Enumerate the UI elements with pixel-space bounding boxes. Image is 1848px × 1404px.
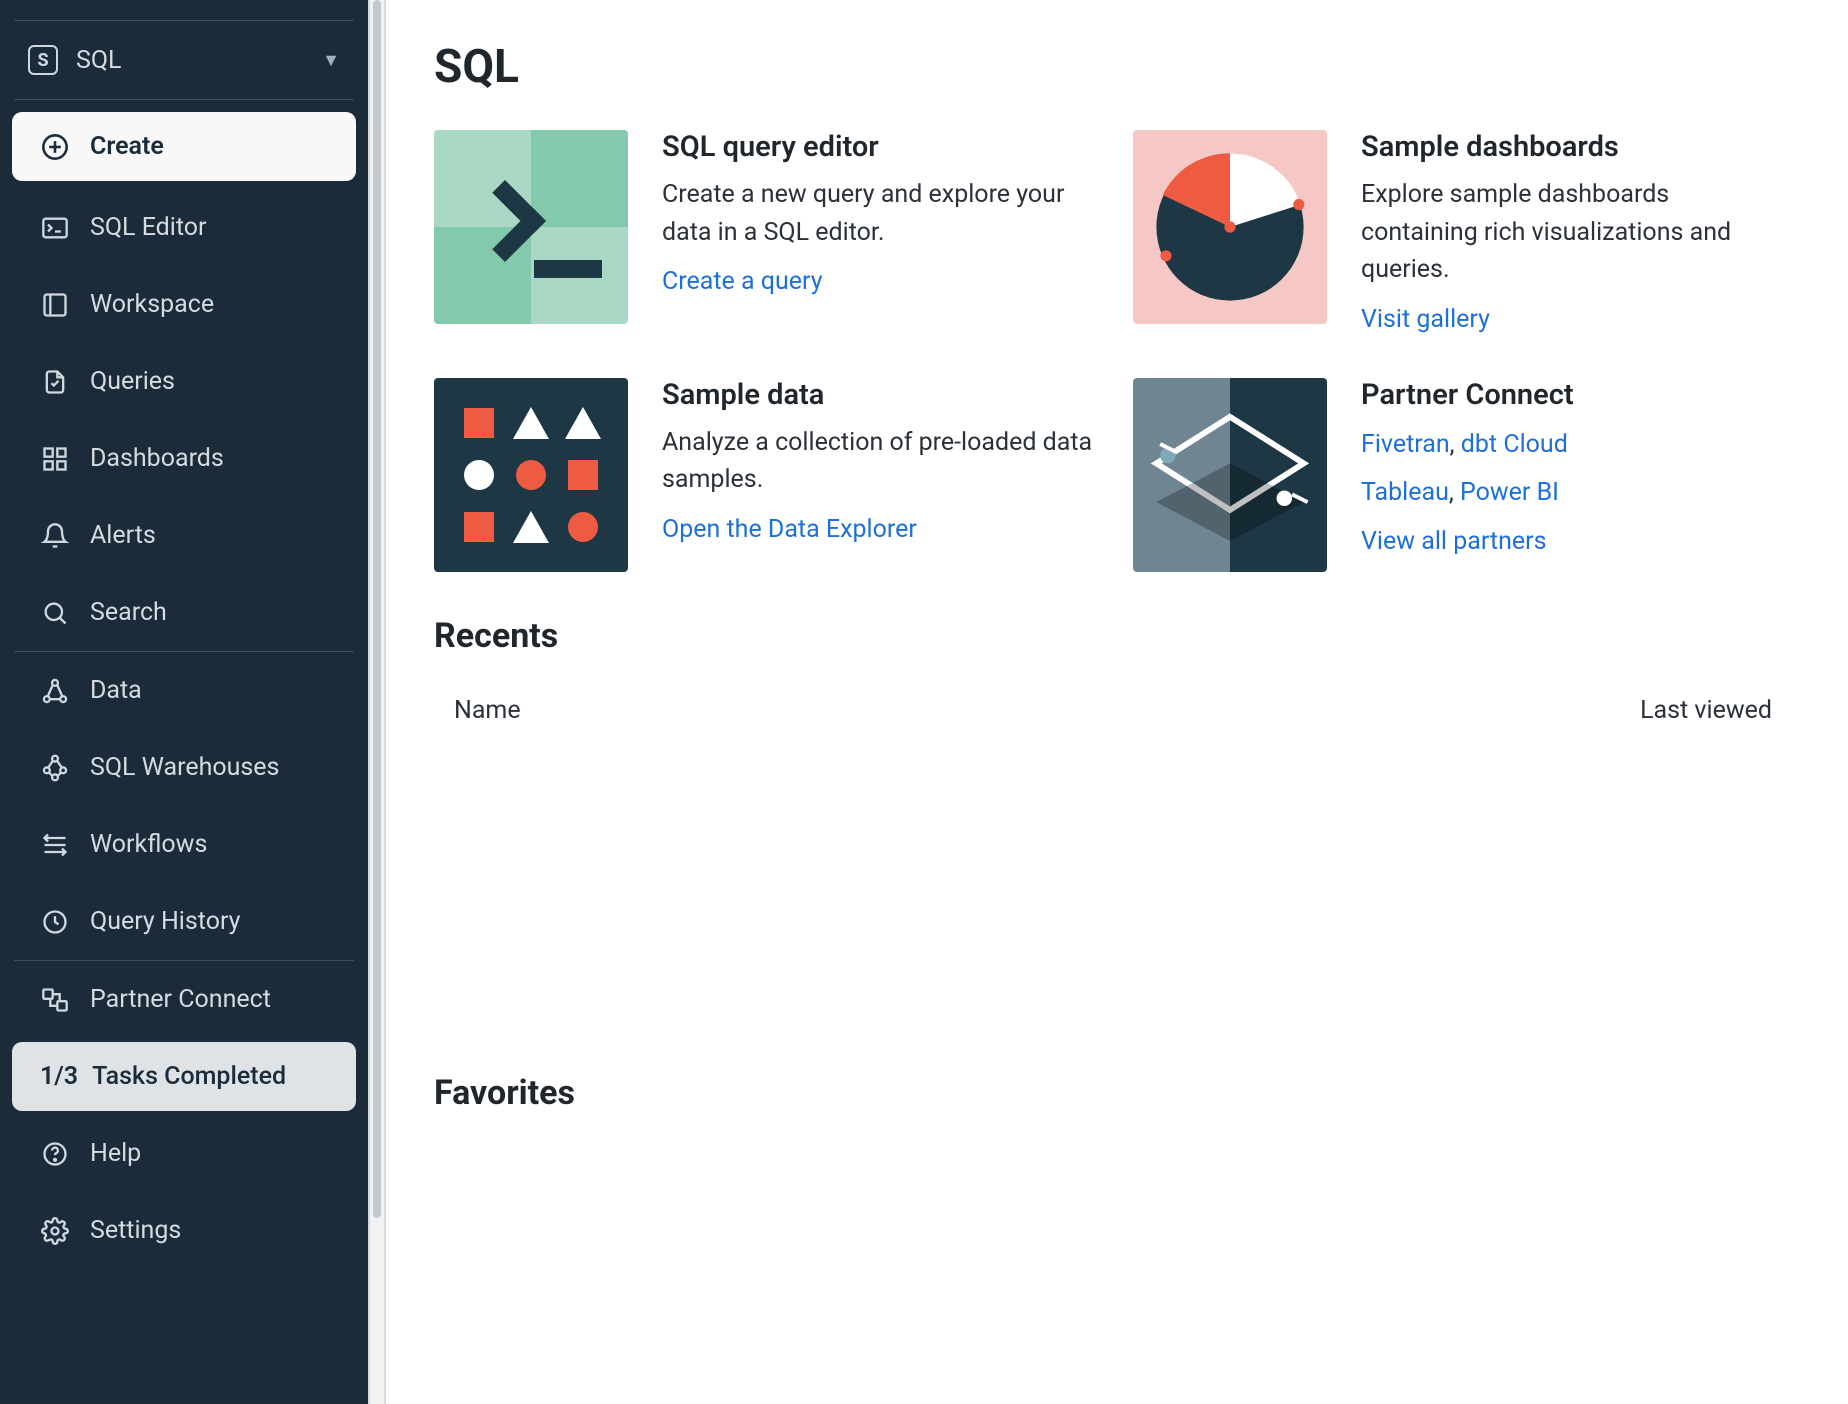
sidebar-item-label: Workspace bbox=[90, 290, 214, 319]
sidebar-item-label: Search bbox=[90, 598, 167, 627]
warehouse-icon bbox=[40, 754, 70, 782]
open-data-explorer-link[interactable]: Open the Data Explorer bbox=[662, 515, 917, 544]
visit-gallery-link[interactable]: Visit gallery bbox=[1361, 305, 1490, 334]
create-button[interactable]: Create bbox=[12, 112, 356, 181]
partner-link-fivetran[interactable]: Fivetran bbox=[1361, 430, 1450, 459]
card-sample-data: Sample data Analyze a collection of pre-… bbox=[434, 378, 1093, 572]
sidebar-item-sql-editor[interactable]: SQL Editor bbox=[12, 193, 356, 262]
partner-links: Fivetran, dbt Cloud Tableau, Power BI Vi… bbox=[1361, 424, 1792, 564]
terminal-icon bbox=[40, 214, 70, 242]
persona-switcher[interactable]: S SQL ▼ bbox=[0, 21, 368, 99]
card-partner-connect: Partner Connect Fivetran, dbt Cloud Tabl… bbox=[1133, 378, 1792, 572]
recents-table-body bbox=[434, 737, 1792, 1057]
card-title: SQL query editor bbox=[662, 130, 1093, 164]
workflows-icon bbox=[40, 831, 70, 859]
partner-link-powerbi[interactable]: Power BI bbox=[1460, 478, 1559, 507]
sidebar-item-queries[interactable]: Queries bbox=[12, 347, 356, 416]
sidebar-item-partner-connect[interactable]: Partner Connect bbox=[12, 965, 356, 1034]
sidebar-item-query-history[interactable]: Query History bbox=[12, 887, 356, 956]
landing-cards: SQL query editor Create a new query and … bbox=[434, 130, 1792, 572]
create-label: Create bbox=[90, 132, 164, 161]
partner-link-dbt-cloud[interactable]: dbt Cloud bbox=[1461, 430, 1568, 459]
sql-persona-icon: S bbox=[28, 45, 58, 75]
create-query-link[interactable]: Create a query bbox=[662, 267, 823, 296]
card-title: Sample dashboards bbox=[1361, 130, 1792, 164]
sidebar-item-label: SQL Editor bbox=[90, 213, 207, 242]
sidebar-item-search[interactable]: Search bbox=[12, 578, 356, 647]
scrollbar-thumb[interactable] bbox=[373, 0, 381, 1218]
dashboard-icon bbox=[40, 445, 70, 473]
sidebar-item-sql-warehouses[interactable]: SQL Warehouses bbox=[12, 733, 356, 802]
page-title: SQL bbox=[434, 40, 1792, 94]
workspace-icon bbox=[40, 291, 70, 319]
sidebar-item-dashboards[interactable]: Dashboards bbox=[12, 424, 356, 493]
sidebar-item-label: Query History bbox=[90, 907, 241, 936]
sidebar-item-label: Data bbox=[90, 676, 142, 705]
sidebar-item-alerts[interactable]: Alerts bbox=[12, 501, 356, 570]
column-header-name: Name bbox=[454, 696, 521, 725]
partner-connect-icon bbox=[40, 986, 70, 1014]
sidebar-item-label: Dashboards bbox=[90, 444, 224, 473]
tasks-count: 1/3 bbox=[40, 1062, 78, 1091]
sample-dashboards-thumbnail bbox=[1133, 130, 1327, 324]
search-icon bbox=[40, 599, 70, 627]
card-description: Create a new query and explore your data… bbox=[662, 176, 1093, 251]
recents-title: Recents bbox=[434, 616, 1792, 656]
sql-editor-thumbnail bbox=[434, 130, 628, 324]
sidebar-item-label: Help bbox=[90, 1139, 141, 1168]
sidebar-item-label: Alerts bbox=[90, 521, 156, 550]
sidebar-item-label: Queries bbox=[90, 367, 175, 396]
view-all-partners-link[interactable]: View all partners bbox=[1361, 527, 1547, 556]
card-description: Analyze a collection of pre-loaded data … bbox=[662, 424, 1093, 499]
card-title: Partner Connect bbox=[1361, 378, 1792, 412]
sidebar-item-workflows[interactable]: Workflows bbox=[12, 810, 356, 879]
recents-table-header: Name Last viewed bbox=[434, 684, 1792, 737]
history-icon bbox=[40, 908, 70, 936]
sample-data-thumbnail bbox=[434, 378, 628, 572]
sidebar-item-label: Settings bbox=[90, 1216, 181, 1245]
sidebar-item-label: Partner Connect bbox=[90, 985, 271, 1014]
queries-icon bbox=[40, 368, 70, 396]
card-description: Explore sample dashboards containing ric… bbox=[1361, 176, 1792, 289]
tasks-label: Tasks Completed bbox=[92, 1062, 286, 1091]
plus-circle-icon bbox=[40, 133, 70, 161]
sidebar-item-workspace[interactable]: Workspace bbox=[12, 270, 356, 339]
card-sample-dashboards: Sample dashboards Explore sample dashboa… bbox=[1133, 130, 1792, 334]
bell-icon bbox=[40, 522, 70, 550]
card-title: Sample data bbox=[662, 378, 1093, 412]
scrollbar-track[interactable] bbox=[368, 0, 386, 1404]
column-header-last-viewed: Last viewed bbox=[1640, 696, 1772, 725]
card-sql-query-editor: SQL query editor Create a new query and … bbox=[434, 130, 1093, 334]
help-icon bbox=[40, 1140, 70, 1168]
favorites-title: Favorites bbox=[434, 1073, 1792, 1113]
main-content: SQL SQL query editor Create a new query … bbox=[386, 0, 1848, 1404]
sidebar-item-settings[interactable]: Settings bbox=[12, 1196, 356, 1265]
partner-connect-thumbnail bbox=[1133, 378, 1327, 572]
data-icon bbox=[40, 677, 70, 705]
partner-link-tableau[interactable]: Tableau bbox=[1361, 478, 1449, 507]
sidebar-item-label: Workflows bbox=[90, 830, 207, 859]
sidebar-item-label: SQL Warehouses bbox=[90, 753, 279, 782]
sidebar-item-help[interactable]: Help bbox=[12, 1119, 356, 1188]
sidebar: S SQL ▼ Create SQL Editor Workspace Quer… bbox=[0, 0, 368, 1404]
tasks-completed-button[interactable]: 1/3 Tasks Completed bbox=[12, 1042, 356, 1111]
persona-label: SQL bbox=[76, 46, 122, 75]
gear-icon bbox=[40, 1217, 70, 1245]
sidebar-item-data[interactable]: Data bbox=[12, 656, 356, 725]
chevron-down-icon: ▼ bbox=[322, 50, 340, 71]
